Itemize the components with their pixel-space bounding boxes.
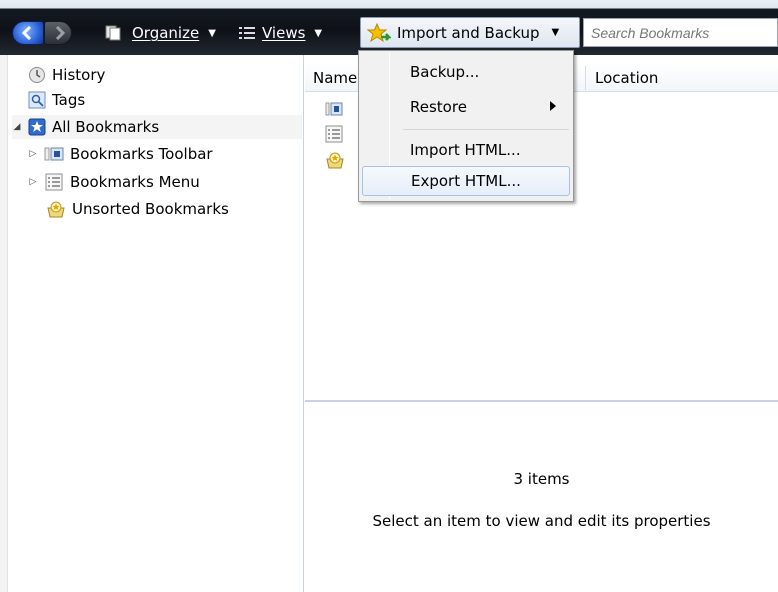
menu-item-restore[interactable]: Restore bbox=[362, 92, 570, 122]
star-book-icon bbox=[28, 118, 46, 136]
tree-item-label: Bookmarks Menu bbox=[70, 173, 200, 191]
menu-item-label: Backup... bbox=[410, 63, 480, 81]
toolbar-icon bbox=[44, 147, 64, 161]
views-button[interactable]: Views ▼ bbox=[238, 21, 322, 45]
bookmark-folder-icon[interactable] bbox=[325, 151, 345, 169]
collapsed-triangle-icon: ▷ bbox=[29, 177, 37, 187]
tag-icon bbox=[28, 91, 46, 109]
menu-separator bbox=[403, 129, 569, 130]
views-label: Views bbox=[262, 24, 306, 42]
menu-list-icon[interactable] bbox=[325, 125, 343, 143]
star-arrow-icon bbox=[367, 22, 391, 42]
menu-item-export-html[interactable]: Export HTML... bbox=[362, 166, 570, 196]
toolbar-icon[interactable] bbox=[325, 101, 343, 117]
chevron-down-icon: ▼ bbox=[551, 27, 560, 38]
menu-item-backup[interactable]: Backup... bbox=[362, 57, 570, 87]
tree-item-bookmarks-menu[interactable]: ▷ Bookmarks Menu bbox=[28, 170, 200, 194]
menu-item-label: Import HTML... bbox=[410, 141, 521, 159]
tree-item-label: All Bookmarks bbox=[52, 118, 160, 136]
chevron-down-icon: ▼ bbox=[314, 27, 323, 39]
menu-list-icon bbox=[45, 173, 63, 191]
import-backup-button[interactable]: Import and Backup ▼ bbox=[360, 17, 580, 48]
tree-item-label: Unsorted Bookmarks bbox=[72, 200, 229, 218]
tree-item-label: Bookmarks Toolbar bbox=[70, 145, 213, 163]
menu-item-import-html[interactable]: Import HTML... bbox=[362, 135, 570, 165]
column-header-name[interactable]: Name bbox=[313, 69, 357, 87]
chevron-down-icon: ▼ bbox=[208, 27, 216, 39]
tree-item-label: History bbox=[52, 66, 106, 84]
details-pane: 3 items Select an item to view and edit … bbox=[305, 402, 778, 592]
import-backup-menu: Backup... Restore Import HTML... Export … bbox=[358, 50, 574, 202]
arrow-left-icon bbox=[21, 26, 32, 40]
tree-item-history[interactable]: History bbox=[28, 63, 105, 87]
bookmark-folder-icon bbox=[47, 201, 65, 218]
submenu-arrow-icon bbox=[550, 101, 556, 111]
tree-gutter bbox=[0, 55, 8, 592]
tree-item-all-bookmarks[interactable]: ◢ All Bookmarks bbox=[12, 115, 302, 139]
clock-icon bbox=[29, 67, 45, 83]
tree-item-unsorted-bookmarks[interactable]: Unsorted Bookmarks bbox=[46, 197, 229, 221]
tree-item-label: Tags bbox=[52, 91, 86, 109]
details-hint: Select an item to view and edit its prop… bbox=[372, 512, 711, 530]
tree-item-tags[interactable]: Tags bbox=[28, 88, 85, 112]
expanded-triangle-icon: ◢ bbox=[13, 122, 21, 132]
menu-item-label: Restore bbox=[410, 98, 467, 116]
tree-item-bookmarks-toolbar[interactable]: ▷ Bookmarks Toolbar bbox=[28, 142, 213, 166]
search-input[interactable] bbox=[583, 18, 778, 47]
organize-icon bbox=[105, 25, 121, 41]
collapsed-triangle-icon: ▷ bbox=[29, 149, 37, 159]
organize-button[interactable]: Organize ▼ bbox=[104, 21, 216, 45]
column-header-location[interactable]: Location bbox=[595, 69, 658, 87]
menu-item-label: Export HTML... bbox=[411, 172, 521, 190]
views-icon bbox=[239, 27, 255, 39]
column-divider[interactable] bbox=[585, 66, 586, 90]
import-backup-label: Import and Backup bbox=[397, 23, 540, 42]
arrow-right-icon bbox=[55, 26, 66, 40]
forward-button[interactable] bbox=[44, 21, 72, 45]
organize-label: Organize bbox=[132, 24, 200, 42]
back-button[interactable] bbox=[12, 21, 44, 45]
item-count: 3 items bbox=[513, 470, 570, 488]
